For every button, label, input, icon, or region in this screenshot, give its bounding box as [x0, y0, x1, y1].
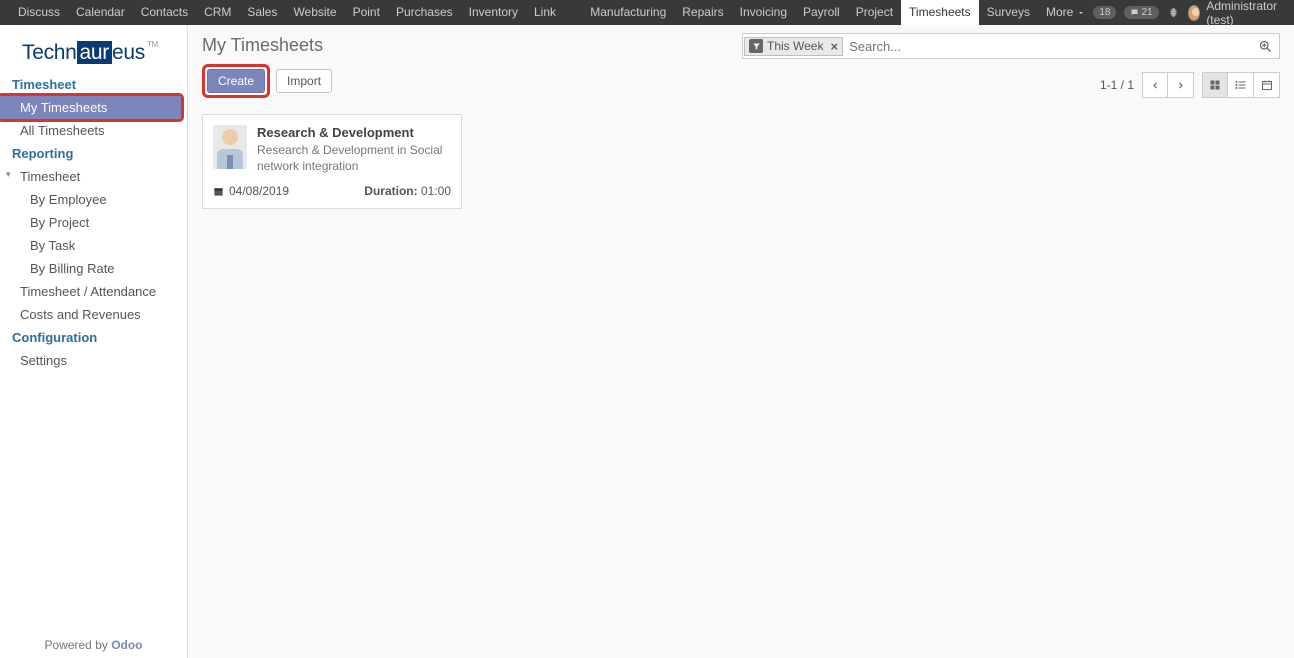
- nav-contacts[interactable]: Contacts: [133, 0, 196, 25]
- view-kanban-button[interactable]: [1202, 72, 1228, 98]
- sidebar-header-reporting: Reporting: [0, 142, 187, 165]
- odoo-link[interactable]: Odoo: [111, 638, 142, 652]
- chevron-left-icon: [1151, 81, 1160, 90]
- nav-timesheets[interactable]: Timesheets: [901, 0, 979, 25]
- search-filter-chip[interactable]: This Week ×: [744, 37, 843, 56]
- pager-text: 1-1 / 1: [1100, 78, 1134, 92]
- sidebar-item-settings[interactable]: Settings: [0, 349, 187, 372]
- card-date: 04/08/2019: [229, 184, 289, 198]
- nav-left: DiscussCalendarContactsCRMSalesWebsitePo…: [10, 0, 1093, 25]
- user-name: Administrator (test): [1206, 0, 1284, 27]
- search-bar: This Week ×: [742, 33, 1280, 59]
- nav-sales[interactable]: Sales: [239, 0, 285, 25]
- nav-project[interactable]: Project: [848, 0, 901, 25]
- employee-photo: [213, 125, 247, 169]
- card-title: Research & Development: [257, 125, 451, 140]
- timesheet-card[interactable]: Research & Development Research & Develo…: [202, 114, 462, 209]
- create-button[interactable]: Create: [207, 69, 265, 93]
- create-button-highlight: Create: [202, 64, 270, 98]
- debug-icon[interactable]: [1167, 6, 1180, 19]
- chevron-right-icon: [1176, 81, 1185, 90]
- sidebar-item-by-billing-rate[interactable]: By Billing Rate: [0, 257, 187, 280]
- sidebar-item-timesheet-attendance[interactable]: Timesheet / Attendance: [0, 280, 187, 303]
- calendar-small-icon: [213, 186, 224, 197]
- chat-badge[interactable]: 21: [1124, 6, 1158, 19]
- user-menu[interactable]: Administrator (test): [1188, 0, 1284, 27]
- sidebar-footer: Powered by Odoo: [0, 638, 187, 652]
- content-area: My Timesheets This Week × Create Import: [188, 25, 1294, 658]
- chat-icon: [1130, 8, 1139, 17]
- sidebar-item-all-timesheets[interactable]: All Timesheets: [0, 119, 187, 142]
- duration-label: Duration:: [364, 184, 417, 198]
- sidebar-item-by-task[interactable]: By Task: [0, 234, 187, 257]
- list-icon: [1235, 79, 1247, 91]
- filter-remove-icon[interactable]: ×: [827, 39, 838, 54]
- top-navbar: DiscussCalendarContactsCRMSalesWebsitePo…: [0, 0, 1294, 25]
- sidebar-header-configuration: Configuration: [0, 326, 187, 349]
- company-logo[interactable]: TechnaureusTM: [0, 25, 187, 73]
- nav-repairs[interactable]: Repairs: [674, 0, 731, 25]
- nav-point-of-sale[interactable]: Point of Sale: [345, 0, 388, 25]
- pager-prev-button[interactable]: [1142, 72, 1168, 98]
- kanban-icon: [1209, 79, 1221, 91]
- pager-buttons: [1142, 72, 1194, 98]
- nav-more[interactable]: More: [1038, 0, 1093, 25]
- nav-payroll[interactable]: Payroll: [795, 0, 848, 25]
- nav-purchases[interactable]: Purchases: [388, 0, 461, 25]
- sidebar: TechnaureusTM Timesheet My TimesheetsAll …: [0, 25, 188, 658]
- sidebar-item-timesheet[interactable]: Timesheet: [0, 165, 187, 188]
- nav-right: 18 21 Administrator (test): [1093, 0, 1284, 27]
- nav-crm[interactable]: CRM: [196, 0, 239, 25]
- nav-discuss[interactable]: Discuss: [10, 0, 68, 25]
- nav-manufacturing[interactable]: Manufacturing: [582, 0, 674, 25]
- nav-inventory[interactable]: Inventory: [461, 0, 526, 25]
- nav-surveys[interactable]: Surveys: [979, 0, 1038, 25]
- sidebar-active-highlight: My Timesheets: [0, 93, 184, 122]
- search-advanced-icon[interactable]: [1252, 39, 1279, 54]
- import-button[interactable]: Import: [276, 69, 332, 93]
- sidebar-item-my-timesheets[interactable]: My Timesheets: [0, 96, 181, 119]
- sidebar-item-costs-and-revenues[interactable]: Costs and Revenues: [0, 303, 187, 326]
- sidebar-item-by-employee[interactable]: By Employee: [0, 188, 187, 211]
- view-switcher: [1202, 72, 1280, 98]
- caret-down-icon: [1077, 9, 1085, 17]
- nav-invoicing[interactable]: Invoicing: [732, 0, 795, 25]
- duration-value: 01:00: [421, 184, 451, 198]
- card-subtitle: Research & Development in Social network…: [257, 142, 451, 174]
- nav-calendar[interactable]: Calendar: [68, 0, 133, 25]
- notification-badge[interactable]: 18: [1093, 6, 1116, 19]
- filter-icon: [749, 39, 763, 53]
- sidebar-item-by-project[interactable]: By Project: [0, 211, 187, 234]
- filter-label: This Week: [767, 39, 823, 53]
- view-calendar-button[interactable]: [1254, 72, 1280, 98]
- calendar-icon: [1261, 79, 1273, 91]
- search-input[interactable]: [843, 39, 1252, 54]
- view-list-button[interactable]: [1228, 72, 1254, 98]
- user-avatar-icon: [1188, 5, 1201, 21]
- pager-next-button[interactable]: [1168, 72, 1194, 98]
- nav-link-tracker[interactable]: Link Tracker: [526, 0, 582, 25]
- nav-website[interactable]: Website: [285, 0, 344, 25]
